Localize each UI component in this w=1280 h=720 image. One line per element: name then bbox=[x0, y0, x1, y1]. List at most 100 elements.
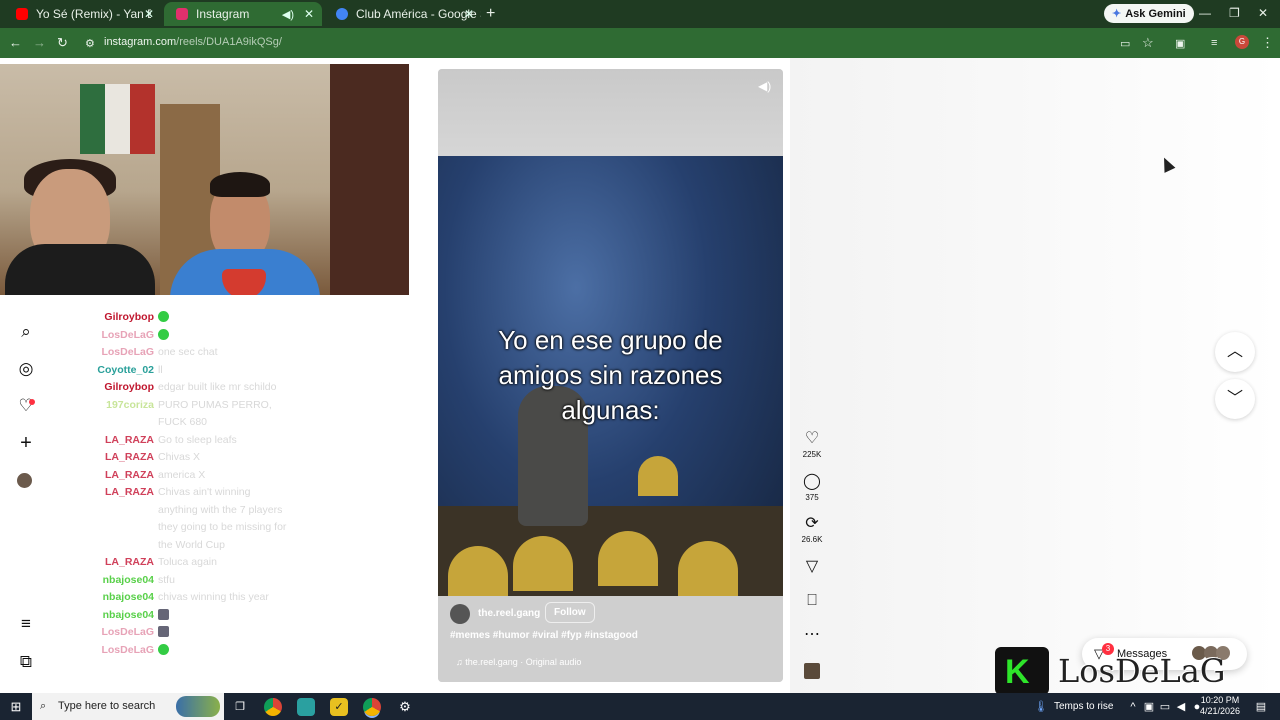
chat-username: LA_RAZA bbox=[105, 451, 154, 463]
close-icon[interactable]: ✕ bbox=[464, 7, 474, 21]
reel-author-avatar[interactable] bbox=[450, 604, 470, 624]
chat-username: LosDeLaG bbox=[101, 328, 154, 341]
search-icon[interactable]: ⌕ bbox=[16, 322, 36, 342]
streamer-logo: K bbox=[995, 647, 1049, 695]
profile-avatar[interactable]: G bbox=[1235, 35, 1249, 49]
task-view-icon[interactable]: ❐ bbox=[231, 698, 249, 716]
taskbar-clock[interactable]: 10:20 PM 4/21/2026 bbox=[1200, 695, 1240, 717]
logo-letter: K bbox=[1005, 653, 1030, 691]
more-menu-icon[interactable]: ⋮ bbox=[1261, 35, 1274, 51]
bookmark-star-icon[interactable]: ☆ bbox=[1142, 35, 1154, 51]
close-icon[interactable]: ✕ bbox=[304, 7, 314, 21]
chat-message: Coyotte_02 ll bbox=[96, 362, 296, 380]
chat-username: 197coriza bbox=[106, 398, 154, 411]
site-info-icon[interactable]: ⚙ bbox=[85, 37, 95, 50]
chat-text: Go to sleep leafs bbox=[158, 433, 237, 446]
volume-icon[interactable]: ◀) bbox=[758, 79, 771, 93]
profile-icon[interactable] bbox=[17, 473, 32, 488]
reel-caption: Yo en ese grupo de amigos sin razones al… bbox=[498, 325, 723, 425]
emote-icon bbox=[158, 311, 169, 322]
audio-label: the.reel.gang · Original audio bbox=[465, 657, 582, 667]
repost-button[interactable]: ⟳ 26.6K bbox=[800, 515, 824, 544]
reload-icon[interactable]: ↻ bbox=[57, 35, 68, 51]
comment-button[interactable]: ◯ 375 bbox=[800, 473, 824, 502]
close-icon[interactable]: ✕ bbox=[144, 7, 154, 21]
reel-top-area bbox=[438, 69, 783, 156]
chat-text: america X bbox=[158, 468, 206, 481]
emote-icon bbox=[158, 608, 169, 620]
url-path: /reels/DUA1A9ikQSg/ bbox=[176, 36, 282, 48]
notes-app-icon[interactable]: ✓ bbox=[330, 698, 348, 716]
google-icon bbox=[336, 8, 348, 20]
explore-icon[interactable]: ◎ bbox=[16, 359, 36, 379]
settings-gear-icon[interactable]: ⚙ bbox=[396, 698, 414, 716]
previous-reel-button[interactable]: ︿ bbox=[1215, 332, 1255, 372]
chat-text: chivas winning this year bbox=[158, 591, 269, 603]
windows-start-icon[interactable]: ⊞ bbox=[7, 698, 25, 716]
tab-google-search[interactable]: Club América - Google Search ✕ bbox=[324, 2, 482, 26]
chat-username: LA_RAZA bbox=[105, 468, 154, 481]
chat-message: Gilroybop edgar built like mr schildo bbox=[96, 379, 296, 397]
speaker-icon[interactable]: ◀) bbox=[282, 8, 294, 21]
chat-message: LA_RAZA Go to sleep leafs bbox=[96, 432, 296, 450]
tab-instagram[interactable]: Instagram ◀) ✕ bbox=[164, 2, 322, 26]
chat-message: nbajose04 stfu bbox=[96, 572, 296, 590]
forward-icon[interactable]: → bbox=[33, 35, 46, 50]
tab-youtube[interactable]: Yo Sé (Remix) - Yan Block x Tor ✕ bbox=[4, 2, 162, 26]
reel-hashtags[interactable]: #memes #humor #viral #fyp #instagood bbox=[450, 630, 638, 641]
tab-search-icon[interactable]: ▣ bbox=[1175, 37, 1185, 50]
chat-message: Gilroybop bbox=[96, 309, 296, 327]
chrome-icon[interactable] bbox=[264, 698, 282, 716]
save-button[interactable]: ⎕ bbox=[800, 592, 824, 610]
weather-text[interactable]: Temps to rise bbox=[1054, 701, 1113, 712]
emote-icon bbox=[158, 328, 169, 340]
install-app-icon[interactable]: ▭ bbox=[1120, 37, 1130, 50]
reel-author-username[interactable]: the.reel.gang bbox=[478, 608, 540, 619]
next-reel-button[interactable]: ﹀ bbox=[1215, 379, 1255, 419]
chat-message: LosDeLaG one sec chat bbox=[96, 344, 296, 362]
chat-text: stfu bbox=[158, 573, 175, 586]
threads-icon[interactable]: ⧉ bbox=[16, 652, 36, 672]
chat-text: PURO PUMAS PERRO, FUCK 680 bbox=[158, 398, 272, 429]
minimize-icon[interactable]: — bbox=[1199, 6, 1211, 20]
maximize-icon[interactable]: ❐ bbox=[1229, 6, 1240, 20]
tab-title: Club América - Google Search bbox=[356, 7, 481, 21]
chat-text: Chivas X bbox=[158, 451, 201, 463]
ask-gemini-label: Ask Gemini bbox=[1125, 7, 1186, 20]
taskbar-search[interactable]: ⌕ Type here to search bbox=[32, 693, 224, 720]
like-count: 225K bbox=[802, 450, 822, 459]
chat-text: one sec chat bbox=[158, 346, 218, 358]
notification-center-icon[interactable]: ▤ bbox=[1252, 698, 1270, 716]
chat-text bbox=[158, 309, 288, 327]
window-close-icon[interactable]: ✕ bbox=[1258, 6, 1268, 20]
create-icon[interactable]: + bbox=[16, 433, 36, 453]
audio-thumbnail[interactable] bbox=[804, 663, 820, 679]
chat-message: nbajose04 bbox=[96, 607, 296, 625]
ask-gemini-button[interactable]: ✦ Ask Gemini bbox=[1104, 4, 1194, 23]
reel-player[interactable]: ◀) Yo en ese grupo de amigos sin razones… bbox=[438, 69, 783, 682]
chat-username: Gilroybop bbox=[104, 311, 154, 323]
reel-audio[interactable]: ♫ the.reel.gang · Original audio bbox=[456, 657, 581, 667]
send-icon: ▽ bbox=[805, 558, 819, 575]
chat-username: LA_RAZA bbox=[105, 486, 154, 498]
app-icon[interactable] bbox=[297, 698, 315, 716]
bookmark-icon: ⎕ bbox=[807, 592, 817, 609]
follow-button[interactable]: Follow bbox=[545, 602, 595, 623]
media-controls-icon[interactable]: ≡ bbox=[1211, 37, 1217, 49]
more-options-button[interactable]: ⋯ bbox=[800, 626, 824, 644]
like-button[interactable]: ♡ 225K bbox=[800, 430, 824, 459]
search-icon: ⌕ bbox=[40, 700, 47, 712]
repost-icon: ⟳ bbox=[805, 515, 819, 532]
back-icon[interactable]: ← bbox=[9, 35, 22, 50]
repost-count: 26.6K bbox=[801, 535, 823, 544]
chrome-active-icon[interactable] bbox=[363, 698, 381, 716]
chat-message: 197coriza PURO PUMAS PERRO, FUCK 680 bbox=[96, 397, 296, 432]
address-bar[interactable]: instagram.com/reels/DUA1A9ikQSg/ bbox=[104, 36, 282, 48]
menu-icon[interactable]: ≡ bbox=[16, 614, 36, 634]
new-tab-button[interactable]: + bbox=[486, 5, 495, 23]
chat-text bbox=[158, 624, 288, 642]
share-button[interactable]: ▽ bbox=[800, 558, 824, 576]
chat-message: LA_RAZA Toluca again bbox=[96, 554, 296, 572]
chat-message: LosDeLaG bbox=[96, 624, 296, 642]
chat-message: LosDeLaG bbox=[96, 642, 296, 660]
